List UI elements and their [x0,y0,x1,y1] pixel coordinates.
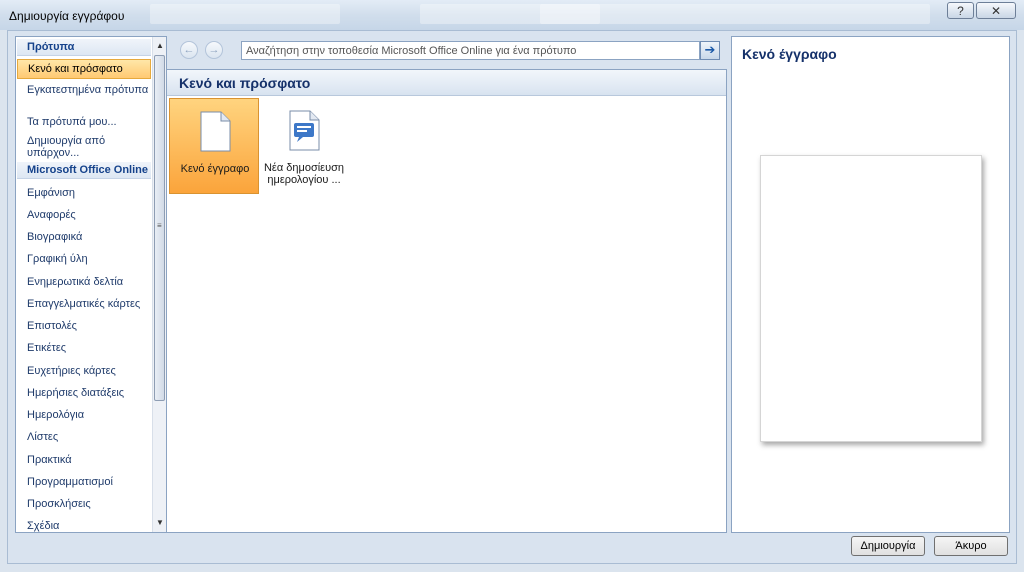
sidebar-item-online[interactable]: Σχέδια [17,520,151,532]
scroll-up-icon[interactable]: ▲ [153,39,166,53]
sidebar-item-new-from-existing[interactable]: Δημιουργία από υπάρχον... [17,133,151,161]
sidebar-item-blank-recent[interactable]: Κενό και πρόσφατο [17,59,151,79]
forward-button[interactable]: → [205,41,223,59]
sidebar-item-online[interactable]: Αναφορές [17,209,151,221]
sidebar-item-online[interactable]: Πρακτικά [17,454,151,466]
window-title: Δημιουργία εγγράφου [9,9,125,23]
close-button[interactable]: ✕ [976,2,1016,19]
background-blur [150,4,340,24]
new-document-dialog: Πρότυπα Κενό και πρόσφατο Εγκατεστημένα … [7,30,1017,564]
category-list: Πρότυπα Κενό και πρόσφατο Εγκατεστημένα … [16,37,152,532]
sidebar-item-installed-templates[interactable]: Εγκατεστημένα πρότυπα [17,81,151,111]
template-tile-blank-document[interactable]: Κενό έγγραφο [169,98,259,194]
help-icon: ? [957,3,964,18]
tile-label: Κενό έγγραφο [180,163,250,175]
sidebar-item-online[interactable]: Προσκλήσεις [17,498,151,510]
tile-label: Νέα δημοσίευση ημερολογίου ... [259,162,349,186]
preview-title: Κενό έγγραφο [742,46,837,62]
help-button[interactable]: ? [947,2,974,19]
gallery-title: Κενό και πρόσφατο [167,70,726,96]
category-scrollbar[interactable]: ▲ ≡ ▼ [152,37,166,532]
templates-gallery: Κενό και πρόσφατο Κενό έγγραφο Νέα δημοσ… [166,69,727,533]
tile-label-line: Νέα δημοσίευση [263,162,345,174]
arrow-left-icon: ← [183,44,195,56]
search-button[interactable]: ➔ [700,41,720,60]
close-icon: ✕ [990,3,1002,18]
tile-label-line: ημερολογίου ... [267,174,341,186]
template-tile-new-blog-post[interactable]: Νέα δημοσίευση ημερολογίου ... [259,98,349,194]
cancel-button[interactable]: Άκυρο [934,536,1008,556]
title-bar: Δημιουργία εγγράφου ? ✕ [0,0,1024,30]
sidebar-item-online[interactable]: Επαγγελματικές κάρτες [17,298,151,310]
blog-post-icon [289,110,320,151]
document-preview [760,155,982,442]
arrow-right-icon: ➔ [704,42,716,57]
sidebar-item-online[interactable]: Επιστολές [17,320,151,332]
templates-header: Πρότυπα [17,39,151,56]
background-blur [540,4,930,24]
sidebar-item-online[interactable]: Βιογραφικά [17,231,151,243]
arrow-right-icon: → [208,44,220,56]
sidebar-item-online[interactable]: Ετικέτες [17,342,151,354]
template-categories-panel: Πρότυπα Κενό και πρόσφατο Εγκατεστημένα … [15,36,167,533]
blank-document-icon [200,111,231,152]
office-online-header: Microsoft Office Online [17,162,151,179]
scrollbar-thumb[interactable]: ≡ [154,55,165,401]
sidebar-item-online[interactable]: Εμφάνιση [17,187,151,199]
create-button[interactable]: Δημιουργία [851,536,925,556]
sidebar-item-online[interactable]: Προγραμματισμοί [17,476,151,488]
sidebar-item-online[interactable]: Λίστες [17,431,151,443]
sidebar-item-online[interactable]: Ημερολόγια [17,409,151,421]
search-input[interactable] [241,41,700,60]
sidebar-item-online[interactable]: Γραφική ύλη [17,253,151,265]
grip-icon: ≡ [157,221,162,230]
sidebar-item-online[interactable]: Ενημερωτικά δελτία [17,276,151,288]
back-button[interactable]: ← [180,41,198,59]
sidebar-item-my-templates[interactable]: Τα πρότυπά μου... [17,113,151,131]
preview-panel: Κενό έγγραφο [731,36,1010,533]
search-toolbar: ← → ➔ [173,38,727,62]
sidebar-item-online[interactable]: Ημερήσιες διατάξεις [17,387,151,399]
sidebar-item-online[interactable]: Ευχετήριες κάρτες [17,365,151,377]
scroll-down-icon[interactable]: ▼ [153,516,166,530]
